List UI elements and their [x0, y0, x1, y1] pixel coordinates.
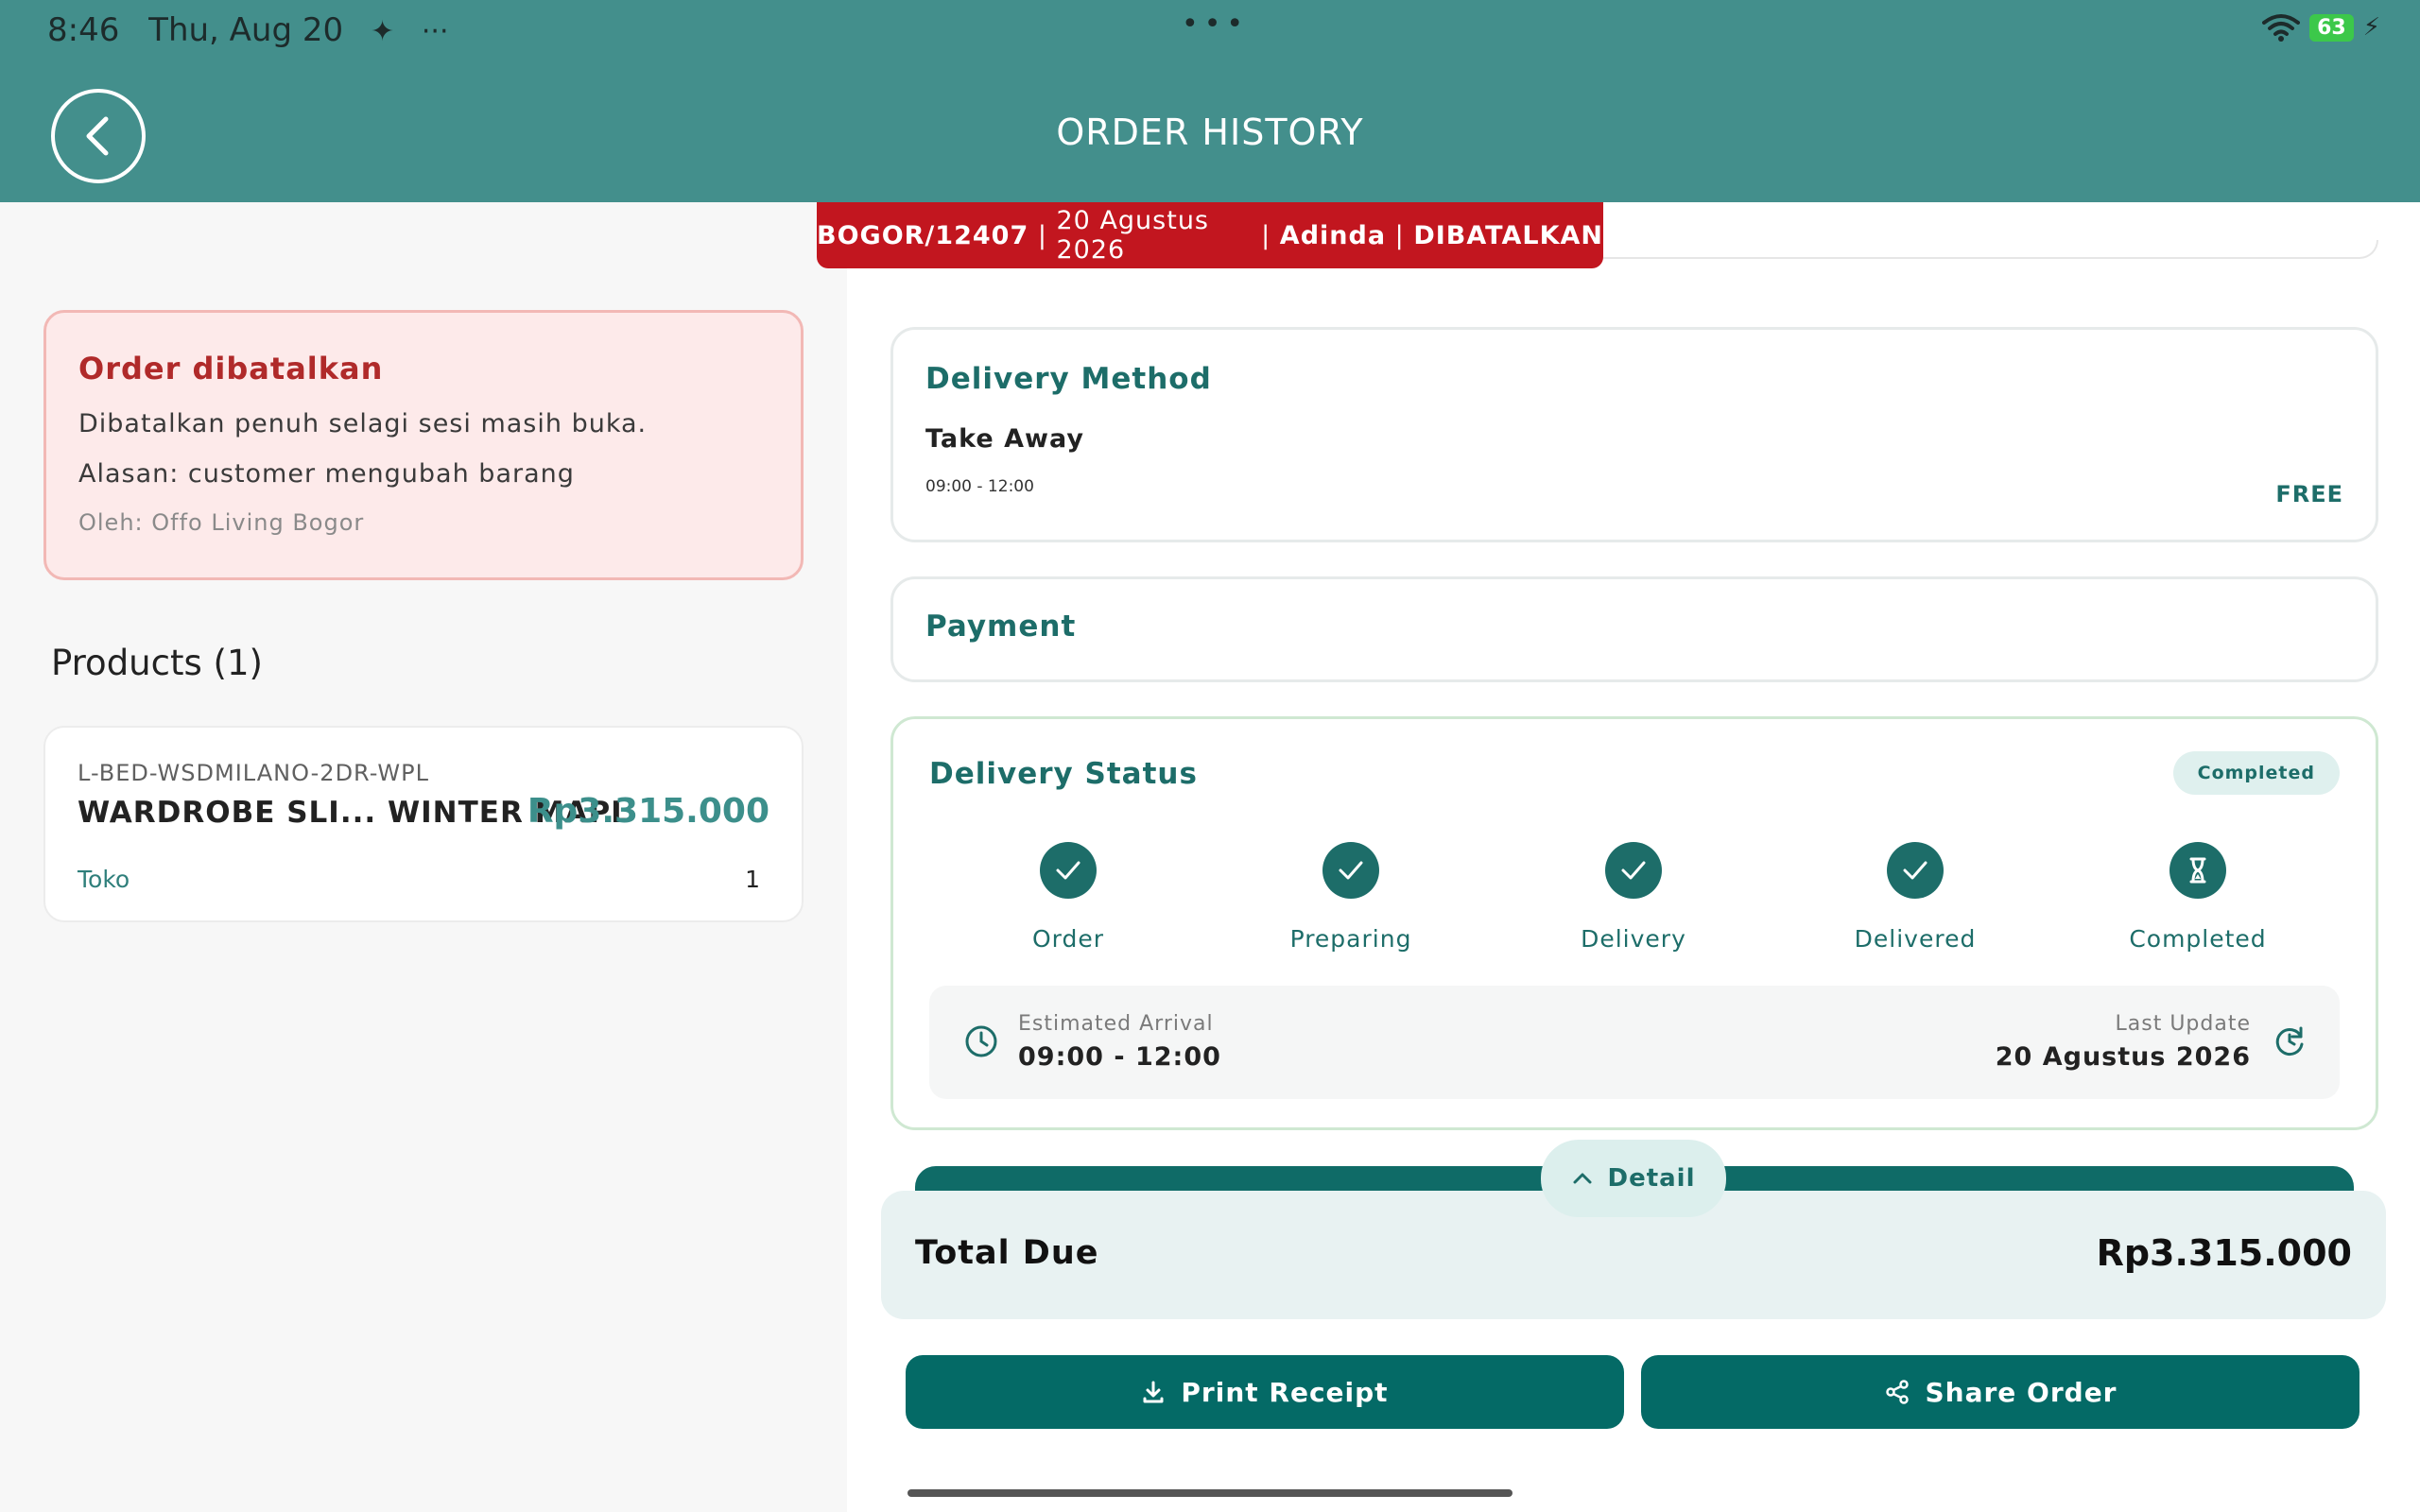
chevron-up-icon	[1573, 1173, 1592, 1184]
cancel-title: Order dibatalkan	[78, 351, 384, 387]
status-date: Thu, Aug 20	[148, 11, 344, 49]
status-bar-right: 63 ⚡	[2262, 13, 2380, 42]
print-receipt-button[interactable]: Print Receipt	[906, 1355, 1624, 1429]
order-code: BOGOR/12407	[817, 220, 1029, 250]
wifi-icon	[2262, 14, 2301, 42]
status-bar-left: 8:46 Thu, Aug 20 ✦ ···	[47, 11, 449, 49]
check-icon	[1322, 842, 1379, 899]
eta-box: Estimated Arrival 09:00 - 12:00 Last Upd…	[929, 986, 2340, 1099]
print-receipt-label: Print Receipt	[1181, 1376, 1389, 1408]
product-price: Rp3.315.000	[527, 792, 769, 831]
charging-icon: ⚡	[2362, 13, 2380, 42]
right-panel: Delivery Method Take Away 09:00 - 12:00 …	[847, 202, 2420, 1512]
check-icon	[1040, 842, 1097, 899]
step-completed: Completed	[2084, 842, 2311, 953]
delivery-status-card: Delivery Status Completed Order Preparin…	[890, 716, 2378, 1130]
multitask-dots-icon[interactable]: •••	[1182, 8, 1249, 41]
order-info-strip: BOGOR/12407 | 20 Agustus 2026 | Adinda |…	[817, 202, 1603, 268]
check-icon	[1605, 842, 1662, 899]
cancel-description: Dibatalkan penuh selagi sesi masih buka.	[78, 409, 648, 438]
detail-label: Detail	[1607, 1164, 1696, 1193]
cancel-by: Oleh: Offo Living Bogor	[78, 509, 365, 536]
delivery-method-value: Take Away	[925, 424, 1084, 454]
last-update-label: Last Update	[2115, 1012, 2251, 1036]
battery-indicator: 63	[2309, 13, 2354, 42]
delivery-status-title: Delivery Status	[929, 757, 1198, 791]
step-order: Order	[955, 842, 1182, 953]
cancel-notice: Order dibatalkan Dibatalkan penuh selagi…	[43, 310, 804, 580]
separator: |	[1252, 220, 1280, 250]
left-panel: Order dibatalkan Dibatalkan penuh selagi…	[0, 202, 847, 1512]
product-sku: L-BED-WSDMILANO-2DR-WPL	[78, 760, 430, 786]
products-title: Products (1)	[51, 643, 263, 683]
step-label: Delivery	[1581, 925, 1686, 953]
eta-label: Estimated Arrival	[1018, 1012, 1214, 1036]
step-delivery: Delivery	[1520, 842, 1747, 953]
order-customer: Adinda	[1279, 220, 1387, 250]
step-label: Completed	[2129, 925, 2267, 953]
step-label: Preparing	[1289, 925, 1412, 953]
total-due-value: Rp3.315.000	[2096, 1232, 2352, 1274]
check-icon	[1887, 842, 1944, 899]
delivery-fee: FREE	[2275, 481, 2343, 507]
total-due-label: Total Due	[915, 1234, 1099, 1272]
order-date: 20 Agustus 2026	[1056, 206, 1209, 265]
step-label: Delivered	[1854, 925, 1977, 953]
status-badge: Completed	[2172, 751, 2340, 795]
detail-toggle-button[interactable]: Detail	[1541, 1140, 1726, 1217]
sparkle-icon: ✦	[370, 15, 395, 48]
product-store: Toko	[78, 866, 130, 893]
last-update-value: 20 Agustus 2026	[1995, 1042, 2251, 1072]
payment-title: Payment	[925, 610, 1077, 644]
home-indicator[interactable]	[908, 1489, 1512, 1497]
app-header: 8:46 Thu, Aug 20 ✦ ··· ••• 63 ⚡ ORDER HI…	[0, 0, 2420, 202]
hourglass-icon	[2169, 842, 2226, 899]
share-order-button[interactable]: Share Order	[1641, 1355, 2360, 1429]
cancel-reason: Alasan: customer mengubah barang	[78, 459, 575, 489]
step-delivered: Delivered	[1802, 842, 2029, 953]
product-quantity: 1	[745, 866, 760, 893]
status-time: 8:46	[47, 11, 120, 49]
eta-value: 09:00 - 12:00	[1018, 1042, 1221, 1072]
product-card[interactable]: L-BED-WSDMILANO-2DR-WPL WARDROBE SLI... …	[43, 726, 804, 922]
refresh-icon[interactable]	[2272, 1023, 2308, 1059]
more-icon: ···	[421, 15, 449, 48]
share-icon	[1885, 1380, 1909, 1404]
download-icon	[1143, 1381, 1164, 1403]
order-status: DIBATALKAN	[1413, 220, 1603, 250]
separator: |	[1386, 220, 1414, 250]
delivery-time: 09:00 - 12:00	[925, 477, 1034, 496]
clock-icon	[965, 1025, 997, 1057]
delivery-method-card: Delivery Method Take Away 09:00 - 12:00 …	[890, 327, 2378, 542]
step-preparing: Preparing	[1237, 842, 1464, 953]
page-title: ORDER HISTORY	[1056, 112, 1364, 153]
payment-card[interactable]: Payment	[890, 576, 2378, 682]
delivery-method-title: Delivery Method	[925, 362, 1212, 396]
step-label: Order	[1031, 925, 1105, 953]
share-order-label: Share Order	[1925, 1376, 2118, 1408]
separator: |	[1028, 220, 1057, 250]
